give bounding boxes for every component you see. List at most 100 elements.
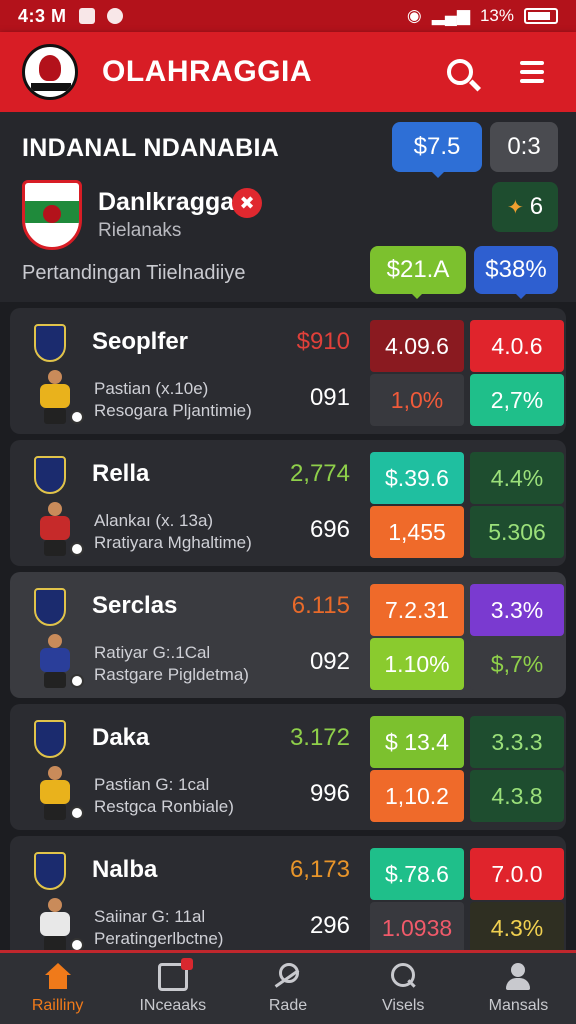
odds-button[interactable]: 1.0938 [370,902,464,950]
player-icon [24,764,84,824]
match-price: 6,173 [289,856,350,883]
match-name: Seoplfer [92,328,189,355]
nav-item-news[interactable]: INceaaks [115,953,230,1024]
app-title: OLAHRAGGIA [102,55,312,88]
app-icon [78,8,95,24]
match-card[interactable]: Seoplfer $910 Pastian (x.10e) Resogara Pl… [10,308,566,434]
odds-button[interactable]: 1,455 [370,506,464,558]
team-crest-icon [34,588,66,626]
odds-button[interactable]: 1,10.2 [370,770,464,822]
match-name: Daka [92,724,150,751]
rating-value: 6 [529,193,544,220]
nav-label: Mansals [488,996,549,1014]
signal-icon: ▂▄▆ [431,6,470,25]
section-subtitle: Pertandingan Tiielnadiiye [22,262,246,284]
odds-button[interactable]: 1,0% [370,374,464,426]
match-list: Seoplfer $910 Pastian (x.10e) Resogara Pl… [0,302,576,950]
search-button[interactable] [438,50,482,94]
price-chip[interactable]: $7.5 [392,122,482,178]
team-crest-icon [34,720,66,758]
odds-button[interactable]: 1.10% [370,638,464,690]
league-title: INDANAL NDANABIA [22,134,280,162]
live-badge[interactable]: ✖ [232,188,262,218]
leaf-icon: ✦ [506,196,524,219]
match-count: 696 [309,516,350,543]
match-card[interactable]: Daka 3.172 Pastian G: 1cal Restgca Ronbia… [10,704,566,830]
match-price: 2,774 [289,460,350,487]
nav-label: Railliny [31,996,84,1014]
trade-icon [273,962,303,991]
match-description: Pastian G: 1cal Restgca Ronbiale) [94,775,234,816]
eye-icon: ◉ [406,6,422,25]
odds-button[interactable]: 4.4% [470,452,564,504]
team-subtitle: Rielanaks [98,220,182,241]
player-icon [24,896,84,950]
match-price: 3.172 [289,724,350,751]
score-chip[interactable]: 0:3 [490,122,558,172]
player-icon [24,368,84,428]
status-time: 4:3 M [18,5,67,26]
location-icon [106,8,123,24]
nav-label: Visels [382,996,425,1014]
home-icon [43,962,73,991]
odds-button[interactable]: $,7% [470,638,564,690]
odds-button[interactable]: $ 13.4 [370,716,464,768]
match-price: $910 [296,328,350,355]
match-card[interactable]: Nalba 6,173 Saiinar G: 11al Peratingerlbc… [10,836,566,950]
menu-icon [520,61,544,83]
match-name: Rella [92,460,150,487]
match-count: 091 [309,384,350,411]
match-name: Nalba [92,856,158,883]
odds-button[interactable]: 4.09.6 [370,320,464,372]
odds-chip-blue[interactable]: $38% [474,246,558,299]
team-name: Danlkragga [98,188,235,216]
rating-chip[interactable]: ✦ 6 [492,182,558,232]
odds-button[interactable]: 3.3.3 [470,716,564,768]
match-count: 996 [309,780,350,807]
match-description: Alankaı (x. 13a) Rratiyara Mghaltime) [94,511,252,552]
status-bar: 4:3 M ◉ ▂▄▆ 13% [0,0,576,32]
odds-button[interactable]: 2,7% [470,374,564,426]
odds-button[interactable]: 4.3.8 [470,770,564,822]
match-card[interactable]: Serclas 6.115 Ratiyar G:.1Cal Rastgare Pi… [10,572,566,698]
odds-button[interactable]: 7.0.0 [470,848,564,900]
nav-item-home[interactable]: Railliny [0,953,115,1024]
match-description: Saiinar G: 11al Peratingerlbctne) [94,907,224,948]
match-name: Serclas [92,592,178,619]
app-header: OLAHRAGGIA [0,32,576,112]
nav-item-search[interactable]: Visels [346,953,461,1024]
match-price: 6.115 [291,592,350,619]
odds-button[interactable]: 4.3% [470,902,564,950]
logo-icon[interactable] [22,44,78,100]
user-icon [503,962,533,991]
bottom-nav: Railliny INceaaks Rade Visels Mansals [0,950,576,1024]
team-crest-icon [34,852,66,890]
player-icon [24,500,84,560]
league-info: INDANAL NDANABIA $7.5 0:3 Danlkragga ✖ R… [0,112,576,302]
nav-item-trade[interactable]: Rade [230,953,345,1024]
nav-item-profile[interactable]: Mansals [461,953,576,1024]
odds-button[interactable]: $.78.6 [370,848,464,900]
odds-button[interactable]: 5.306 [470,506,564,558]
search-icon [447,59,473,85]
team-badge-icon [22,180,82,250]
match-description: Pastian (x.10e) Resogara Pljantimie) [94,379,252,420]
match-description: Ratiyar G:.1Cal Rastgare Pigldetma) [94,643,249,684]
player-icon [24,632,84,692]
match-count: 092 [309,648,350,675]
battery-icon [524,8,558,24]
odds-button[interactable]: 3.3% [470,584,564,636]
odds-button[interactable]: 7.2.31 [370,584,464,636]
odds-button[interactable]: 4.0.6 [470,320,564,372]
team-crest-icon [34,456,66,494]
team-crest-icon [34,324,66,362]
nav-label: INceaaks [139,996,207,1014]
match-card[interactable]: Rella 2,774 Alankaı (x. 13a) Rratiyara Mg… [10,440,566,566]
menu-button[interactable] [510,50,554,94]
news-icon [157,957,193,991]
odds-button[interactable]: $.39.6 [370,452,464,504]
nav-label: Rade [268,996,308,1014]
battery-percent: 13% [479,6,514,25]
odds-chip-green[interactable]: $21.A [370,246,466,299]
search-icon [388,962,418,991]
